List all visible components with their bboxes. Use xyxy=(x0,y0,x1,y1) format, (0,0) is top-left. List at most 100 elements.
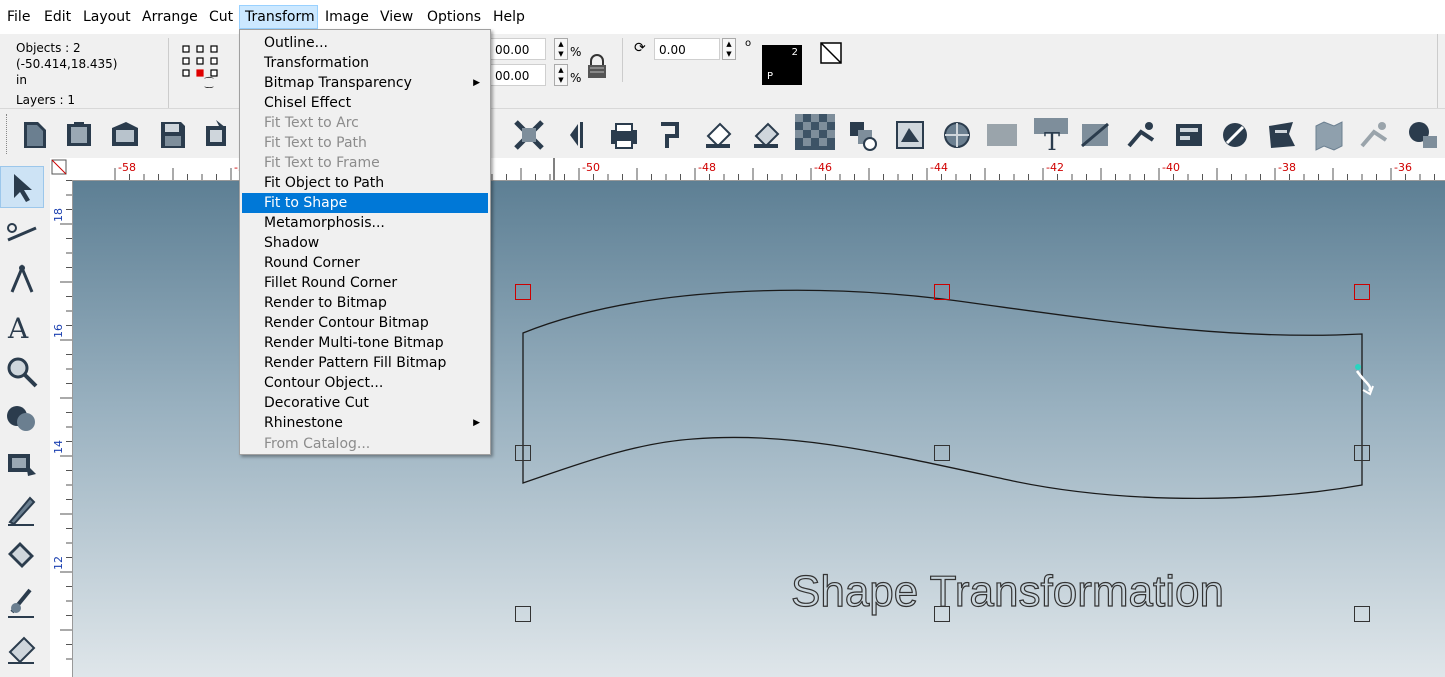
selection-handle[interactable] xyxy=(934,445,950,461)
menu-help[interactable]: Help xyxy=(493,0,525,34)
toolbar-grip xyxy=(6,114,10,154)
swatch-number: 2 xyxy=(791,47,798,58)
width-spinner[interactable]: ▲ ▼ xyxy=(554,38,568,60)
rotation-field[interactable]: 0.00 xyxy=(654,38,720,60)
ruler-label: -44 xyxy=(930,161,948,174)
menu-file[interactable]: File xyxy=(7,0,30,34)
fill-bucket-icon[interactable] xyxy=(702,118,736,152)
menu-item-render-to-bitmap[interactable]: Render to Bitmap xyxy=(242,293,488,313)
outline-fill-icon[interactable] xyxy=(750,118,784,152)
group-objects-icon[interactable] xyxy=(846,118,880,152)
eraser-icon[interactable] xyxy=(4,630,40,666)
zoom-icon[interactable] xyxy=(4,354,40,390)
ruler-label: -58 xyxy=(118,161,136,174)
selection-handle[interactable] xyxy=(1354,445,1370,461)
cut-plot-icon[interactable] xyxy=(655,118,689,152)
rotation-spinner[interactable]: ▲ ▼ xyxy=(722,38,736,60)
menu-item-fit-text-to-path: Fit Text to Path xyxy=(242,133,488,153)
ruler-corner[interactable] xyxy=(50,158,72,180)
align-left-icon[interactable] xyxy=(560,118,594,152)
menu-arrange[interactable]: Arrange xyxy=(142,0,198,34)
nodes-disabled-icon[interactable] xyxy=(1358,118,1392,152)
menu-item-fillet-round-corner[interactable]: Fillet Round Corner xyxy=(242,273,488,293)
print-icon[interactable] xyxy=(607,118,641,152)
text-tool-icon[interactable]: T xyxy=(1032,116,1070,154)
ruler-label: -46 xyxy=(814,161,832,174)
machine-icon[interactable] xyxy=(1405,118,1439,152)
height-spinner[interactable]: ▲ ▼ xyxy=(554,64,568,86)
menu-item-fit-text-to-frame: Fit Text to Frame xyxy=(242,153,488,173)
properties-panel-icon[interactable] xyxy=(1172,118,1206,152)
weld-icon[interactable] xyxy=(512,118,546,152)
menu-item-label: Fillet Round Corner xyxy=(264,275,398,291)
nodes-icon[interactable] xyxy=(1125,118,1159,152)
lock-ratio-icon[interactable] xyxy=(585,54,609,80)
menu-item-round-corner[interactable]: Round Corner xyxy=(242,253,488,273)
menu-item-label: Rhinestone xyxy=(264,415,343,431)
ruler-label: 18 xyxy=(52,208,65,222)
weed-tool-icon[interactable] xyxy=(4,584,40,620)
menu-item-render-multi-tone-bitmap[interactable]: Render Multi-tone Bitmap xyxy=(242,333,488,353)
no-entry-icon[interactable] xyxy=(1218,118,1252,152)
menu-item-rhinestone[interactable]: Rhinestone ▶ xyxy=(242,413,488,433)
pen-tool-icon[interactable] xyxy=(4,492,40,528)
image-tool-icon[interactable] xyxy=(4,446,40,482)
menu-item-decorative-cut[interactable]: Decorative Cut xyxy=(242,393,488,413)
menu-cut[interactable]: Cut xyxy=(209,0,233,34)
menu-item-metamorphosis[interactable]: Metamorphosis... xyxy=(242,213,488,233)
ruler-label: 12 xyxy=(52,556,65,570)
frame-disabled-icon[interactable] xyxy=(985,118,1019,152)
globe-icon[interactable] xyxy=(940,118,974,152)
selection-handle[interactable] xyxy=(515,284,531,300)
rotate-handle-icon xyxy=(1355,364,1374,396)
menu-item-label: Fit Text to Path xyxy=(264,135,367,151)
menu-item-fit-object-to-path[interactable]: Fit Object to Path xyxy=(242,173,488,193)
menu-item-outline[interactable]: Outline... xyxy=(242,33,488,53)
fill-tool-icon[interactable] xyxy=(4,538,40,574)
transform-menu: Outline... Transformation Bitmap Transpare… xyxy=(239,29,491,455)
anchor-grid-icon[interactable]: ⁐ xyxy=(182,44,222,88)
selection-handle[interactable] xyxy=(1354,284,1370,300)
menu-item-label: Transformation xyxy=(264,55,370,71)
select-pointer-icon[interactable] xyxy=(4,170,40,206)
submenu-arrow-icon: ▶ xyxy=(473,418,480,428)
menu-layout[interactable]: Layout xyxy=(83,0,131,34)
save-icon[interactable] xyxy=(155,118,189,152)
selection-handle[interactable] xyxy=(1354,606,1370,622)
width-field[interactable]: 00.00 xyxy=(490,38,546,60)
selection-handle[interactable] xyxy=(934,606,950,622)
menu-item-transformation[interactable]: Transformation xyxy=(242,53,488,73)
no-fill-icon[interactable] xyxy=(820,42,842,64)
pattern-fill-icon[interactable] xyxy=(795,114,835,150)
selection-handle[interactable] xyxy=(934,284,950,300)
swatch-letter: P xyxy=(767,71,774,82)
new-document-icon[interactable] xyxy=(18,118,52,152)
text-icon[interactable]: A xyxy=(4,308,40,344)
menu-item-fit-to-shape[interactable]: Fit to Shape xyxy=(242,193,488,213)
shapes-icon[interactable] xyxy=(4,400,40,436)
height-field[interactable]: 00.00 xyxy=(490,64,546,86)
banner-shape xyxy=(522,289,1363,500)
import-icon[interactable] xyxy=(108,118,142,152)
knife-tool-icon[interactable] xyxy=(4,216,40,252)
menu-item-render-pattern-fill-bitmap[interactable]: Render Pattern Fill Bitmap xyxy=(242,353,488,373)
menu-item-render-contour-bitmap[interactable]: Render Contour Bitmap xyxy=(242,313,488,333)
selection-handle[interactable] xyxy=(515,445,531,461)
menu-item-bitmap-transparency[interactable]: Bitmap Transparency ▶ xyxy=(242,73,488,93)
map-icon[interactable] xyxy=(1312,118,1346,152)
bitmap-trace-icon[interactable] xyxy=(893,118,927,152)
sign-icon[interactable] xyxy=(1265,118,1299,152)
vertical-ruler[interactable]: 18 16 14 12 xyxy=(50,180,73,677)
menu-edit[interactable]: Edit xyxy=(44,0,71,34)
menu-item-contour-object[interactable]: Contour Object... xyxy=(242,373,488,393)
color-swatch[interactable]: 2 P xyxy=(762,45,802,85)
node-edit-icon[interactable] xyxy=(4,262,40,298)
selection-handle[interactable] xyxy=(515,606,531,622)
open-document-icon[interactable] xyxy=(62,118,96,152)
menu-bar: File Edit Layout Arrange Cut Transform I… xyxy=(0,0,1445,34)
menu-item-chisel-effect[interactable]: Chisel Effect xyxy=(242,93,488,113)
slash-fill-icon[interactable] xyxy=(1078,118,1112,152)
menu-transform[interactable]: Transform xyxy=(239,5,318,29)
menu-item-shadow[interactable]: Shadow xyxy=(242,233,488,253)
export-icon[interactable] xyxy=(200,118,234,152)
